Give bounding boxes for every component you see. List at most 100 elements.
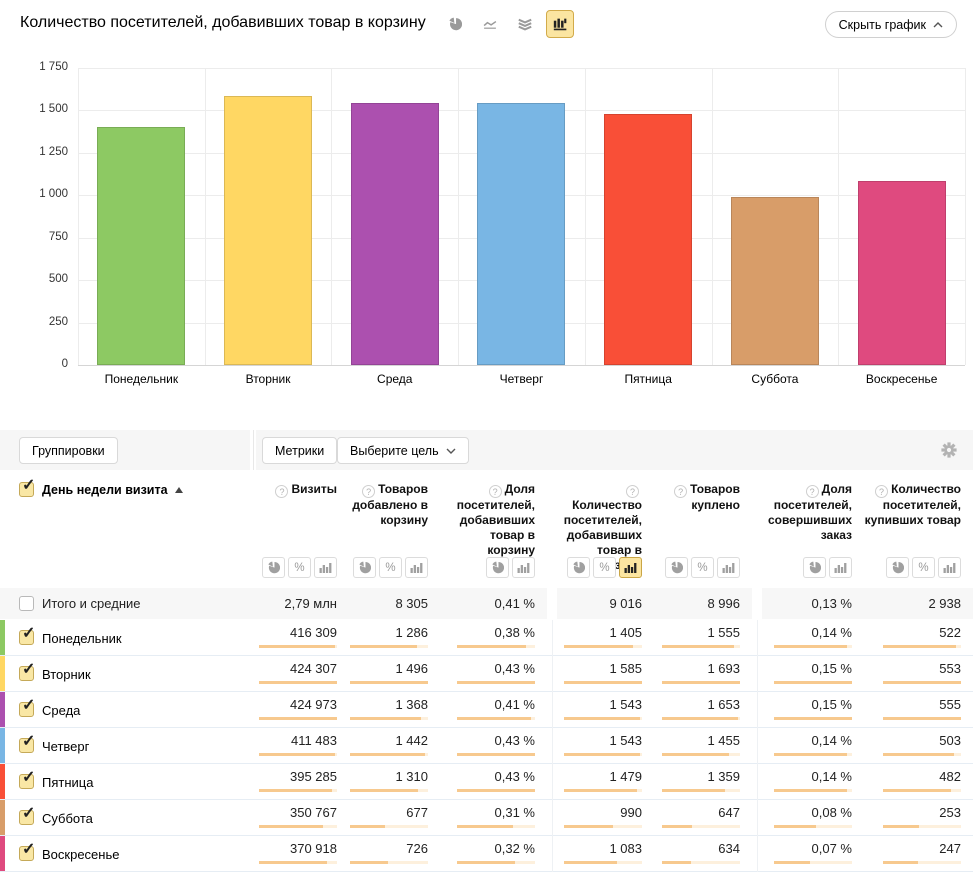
row-color-stripe [0,620,5,655]
help-icon[interactable]: ? [875,485,888,498]
row-checkbox[interactable] [19,630,34,645]
metric-value: 0,07 % [762,841,852,856]
chart-x-label: Понедельник [78,372,205,386]
spark-bar-fill [564,861,617,864]
chart-bar[interactable] [858,181,946,365]
chart-bar[interactable] [351,103,439,365]
row-checkbox[interactable] [19,666,34,681]
spark-bar [662,645,740,648]
row-checkbox[interactable] [19,738,34,753]
totals-value: 8 996 [654,596,740,611]
gridline [78,68,79,365]
metric-view-bar-button[interactable] [619,557,642,578]
metric-value: 0,31 % [440,805,535,820]
metric-view-pie-button[interactable] [665,557,688,578]
page-title: Количество посетителей, добавивших товар… [20,14,426,32]
spark-bar-fill [883,825,919,828]
metric-view-toggles: % [349,557,428,578]
column-header: ?Доля посетителей, добавивших товар в ко… [440,482,535,558]
chart-type-switcher [441,10,574,38]
totals-checkbox[interactable] [19,596,34,611]
metric-view-bar-button[interactable] [405,557,428,578]
chart-type-pie-icon[interactable] [441,10,469,38]
gridline [205,68,206,365]
chart-bar[interactable] [224,96,312,365]
gridline [712,68,713,365]
metric-view-bar-button[interactable] [829,557,852,578]
metric-value: 0,14 % [762,733,852,748]
column-header: ?Количество посетителей, купивших товар [864,482,961,528]
chart-type-stacked-area-icon[interactable] [511,10,539,38]
spark-bar [259,861,337,864]
spark-bar-fill [457,789,535,792]
grouping-header-checkbox[interactable] [19,482,34,497]
metric-view-pie-button[interactable] [567,557,590,578]
metric-value: 1 310 [349,769,428,784]
spark-bar-fill [350,789,418,792]
help-icon[interactable]: ? [626,485,639,498]
row-checkbox[interactable] [19,810,34,825]
spark-bar-fill [564,789,637,792]
metric-view-pie-button[interactable] [803,557,826,578]
metric-view-pie-button[interactable] [886,557,909,578]
metric-view-pie-button[interactable] [353,557,376,578]
metric-view-percent-button[interactable]: % [691,557,714,578]
chart-bar[interactable] [604,114,692,365]
metric-value: 1 543 [557,697,642,712]
groupings-button[interactable]: Группировки [19,437,118,464]
y-axis-tick-label: 1 250 [4,146,68,158]
metric-value: 503 [864,733,961,748]
metric-view-bar-button[interactable] [938,557,961,578]
chart-type-bar-icon[interactable] [546,10,574,38]
help-icon[interactable]: ? [275,485,288,498]
report-header: Количество посетителей, добавивших товар… [0,0,973,50]
spark-bar [350,645,428,648]
totals-row: Итого и средние 2,79 млн8 3050,41 %9 016… [0,588,973,619]
metric-view-bar-button[interactable] [512,557,535,578]
spark-bar-fill [883,645,956,648]
row-checkbox[interactable] [19,702,34,717]
spark-bar [564,681,642,684]
metric-value: 395 285 [252,769,337,784]
column-header: ?Доля посетителей, совершивших заказ [762,482,852,543]
grouping-column-header[interactable]: День недели визита [42,483,183,497]
chevron-down-icon [446,448,456,454]
gear-icon[interactable] [941,442,957,458]
help-icon[interactable]: ? [674,485,687,498]
row-label: Четверг [42,739,89,754]
row-checkbox[interactable] [19,774,34,789]
metric-view-percent-button[interactable]: % [912,557,935,578]
row-label: Среда [42,703,80,718]
spark-bar [259,789,337,792]
spark-bar [774,717,852,720]
chart-x-label: Четверг [458,372,585,386]
metric-view-percent-button[interactable]: % [593,557,616,578]
spark-bar [564,717,642,720]
y-axis-tick-label: 250 [4,316,68,328]
goal-picker-button[interactable]: Выберите цель [337,437,469,464]
metric-view-pie-button[interactable] [486,557,509,578]
help-icon[interactable]: ? [806,485,819,498]
spark-bar-fill [883,789,951,792]
help-icon[interactable]: ? [489,485,502,498]
chart-type-line-icon[interactable] [476,10,504,38]
metrics-button[interactable]: Метрики [262,437,337,464]
metric-view-bar-button[interactable] [314,557,337,578]
chart-bar[interactable] [477,103,565,365]
row-checkbox[interactable] [19,846,34,861]
chart-bar[interactable] [97,127,185,365]
spark-bar-fill [259,825,323,828]
goal-picker-label: Выберите цель [350,444,439,458]
spark-bar [883,753,961,756]
chart-bar[interactable] [731,197,819,365]
metric-value: 0,08 % [762,805,852,820]
help-icon[interactable]: ? [362,485,375,498]
column-group-divider [552,620,553,872]
metric-view-pie-button[interactable] [262,557,285,578]
spark-bar [564,753,642,756]
metric-view-bar-button[interactable] [717,557,740,578]
table-row: Среда424 9731 3680,41 %1 5431 6530,15 %5… [0,692,973,728]
metric-view-percent-button[interactable]: % [379,557,402,578]
hide-chart-button[interactable]: Скрыть график [825,11,957,38]
metric-view-percent-button[interactable]: % [288,557,311,578]
